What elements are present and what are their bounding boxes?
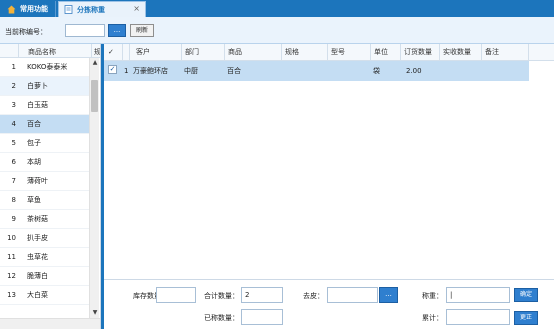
product-name: 大白菜 <box>27 291 48 299</box>
list-item[interactable]: 6 本胡 <box>0 153 89 172</box>
row-number: 5 <box>11 139 16 147</box>
scroll-thumb[interactable] <box>91 80 98 112</box>
tab-bar: 常用功能 分拣称重 × <box>0 0 554 17</box>
row-number: 12 <box>7 272 16 280</box>
list-item[interactable]: 13 大白菜 <box>0 286 89 305</box>
list-item[interactable]: 7 薄荷叶 <box>0 172 89 191</box>
tab-sorting-weighing[interactable]: 分拣称重 × <box>58 1 146 17</box>
row-number: 13 <box>7 291 16 299</box>
product-name: 百合 <box>27 120 41 128</box>
product-name: 虫草花 <box>27 253 48 261</box>
list-item[interactable]: 8 草鱼 <box>0 191 89 210</box>
weight-label: 称重： <box>422 292 443 300</box>
order-grid: ✓ 客户 部门 商品 规格 型号 单位 订货数量 实收数量 备注 ✓ 1 万豪鲍… <box>104 44 554 280</box>
cumulative-label: 累计： <box>422 314 443 322</box>
total-quantity-label: 合计数量： <box>204 292 239 300</box>
weight-input[interactable]: | <box>446 287 510 303</box>
row-number: 10 <box>7 234 16 242</box>
row-number: 1 <box>11 63 16 71</box>
product-name: 白玉菇 <box>27 101 48 109</box>
list-item[interactable]: 1 KOKO泰泰米 <box>0 58 89 77</box>
spec-header: 规 <box>91 44 100 58</box>
horizontal-scrollbar[interactable] <box>0 318 100 329</box>
order-quantity-cell: 2.00 <box>406 67 422 75</box>
select-all-checkbox[interactable]: ✓ <box>104 44 123 61</box>
list-item[interactable]: 12 脆薄白 <box>0 267 89 286</box>
product-name-header: 商品名称 <box>28 48 56 56</box>
product-name: 脆薄白 <box>27 272 48 280</box>
tab-label: 常用功能 <box>20 5 48 13</box>
row-number: 3 <box>11 101 16 109</box>
tab-label: 分拣称重 <box>77 5 105 14</box>
product-name: 本胡 <box>27 158 41 166</box>
weighed-quantity-label: 已称数量： <box>204 314 239 322</box>
refresh-button[interactable]: 刷新 <box>130 24 154 37</box>
weighed-quantity-input[interactable] <box>241 309 283 325</box>
order-quantity-header: 订货数量 <box>401 44 440 61</box>
row-number-header <box>0 44 19 58</box>
product-list-header: 商品名称 规 <box>0 44 100 58</box>
customer-header: 客户 <box>130 44 182 61</box>
list-item[interactable]: 5 包子 <box>0 134 89 153</box>
scale-number-label: 当前称编号： <box>5 28 47 36</box>
unit-cell: 袋 <box>373 67 380 75</box>
row-number: 7 <box>11 177 16 185</box>
product-list-scrollbar[interactable]: ▲ ▼ <box>89 58 99 318</box>
tare-label: 去皮： <box>303 292 324 300</box>
product-name: 薄荷叶 <box>27 177 48 185</box>
product-header: 商品 <box>225 44 282 61</box>
row-checkbox[interactable]: ✓ <box>108 65 117 74</box>
row-number-header <box>123 44 130 61</box>
list-item[interactable]: 9 茶树菇 <box>0 210 89 229</box>
list-item[interactable]: 2 白萝卜 <box>0 77 89 96</box>
department-header: 部门 <box>182 44 225 61</box>
tab-common-functions[interactable]: 常用功能 <box>2 1 56 17</box>
scale-picker-button[interactable]: ... <box>108 24 126 37</box>
unit-header: 单位 <box>371 44 401 61</box>
correct-button[interactable]: 更正 <box>514 311 538 325</box>
product-list: 商品名称 规 1 KOKO泰泰米 2 白萝卜 3 白玉菇 4 百合 5 包子 6 本胡 7 薄荷叶 8 草鱼 9… <box>0 44 101 329</box>
list-item[interactable]: 4 百合 <box>0 115 89 134</box>
table-row[interactable]: ✓ 1 万豪鲍环店 中厨 百合 袋 2.00 <box>104 61 529 81</box>
tare-picker-button[interactable]: ... <box>379 287 398 303</box>
product-name: 茶树菇 <box>27 215 48 223</box>
product-cell: 百合 <box>227 67 241 75</box>
list-item[interactable]: 3 白玉菇 <box>0 96 89 115</box>
close-icon[interactable]: × <box>133 5 140 13</box>
list-item[interactable]: 10 扒手皮 <box>0 229 89 248</box>
product-name: 包子 <box>27 139 41 147</box>
row-number: 6 <box>11 158 16 166</box>
weighing-form: 库存数量： 合计数量： 2 已称数量： 去皮： ... 称重： | 确定 累计：… <box>104 280 554 329</box>
row-number: 4 <box>11 120 16 128</box>
department-cell: 中厨 <box>184 67 198 75</box>
scroll-up-icon[interactable]: ▲ <box>90 58 100 68</box>
model-header: 型号 <box>328 44 371 61</box>
product-name: 白萝卜 <box>27 82 48 90</box>
product-name: 扒手皮 <box>27 234 48 242</box>
cumulative-input[interactable] <box>446 309 510 325</box>
scroll-down-icon[interactable]: ▼ <box>90 308 100 318</box>
row-number: 9 <box>11 215 16 223</box>
order-grid-header: ✓ 客户 部门 商品 规格 型号 单位 订货数量 实收数量 备注 <box>104 44 554 61</box>
home-icon <box>7 5 16 14</box>
remark-header: 备注 <box>482 44 529 61</box>
actual-quantity-header: 实收数量 <box>440 44 482 61</box>
scale-number-input[interactable] <box>65 24 105 37</box>
confirm-button[interactable]: 确定 <box>514 288 538 302</box>
tare-input[interactable] <box>327 287 378 303</box>
row-number: 2 <box>11 82 16 90</box>
spec-header: 规格 <box>282 44 328 61</box>
product-name: KOKO泰泰米 <box>27 63 68 71</box>
row-number: 1 <box>124 67 129 75</box>
row-number: 11 <box>7 253 16 261</box>
product-name: 草鱼 <box>27 196 41 204</box>
total-quantity-input[interactable]: 2 <box>241 287 283 303</box>
toolbar: 当前称编号： ... 刷新 <box>0 17 554 44</box>
list-item[interactable]: 11 虫草花 <box>0 248 89 267</box>
document-icon <box>64 5 73 14</box>
customer-cell: 万豪鲍环店 <box>133 67 168 75</box>
row-number: 8 <box>11 196 16 204</box>
stock-quantity-input[interactable] <box>156 287 196 303</box>
